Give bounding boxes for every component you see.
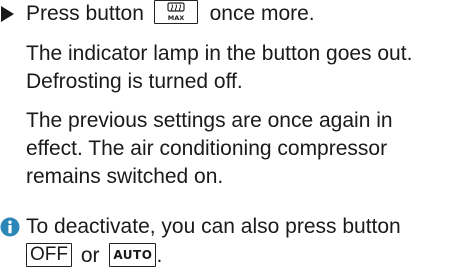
result-2-line-1: The previous settings are once again in bbox=[26, 109, 393, 132]
result-2-line-2: effect. The air conditioning compressor bbox=[26, 137, 388, 160]
auto-button: AUTO bbox=[109, 243, 157, 268]
rear-defrost-icon: MAX bbox=[167, 2, 185, 22]
off-button: OFF bbox=[26, 243, 72, 268]
result-2-line-3: remains switched on. bbox=[26, 165, 224, 188]
note-end: . bbox=[156, 244, 163, 267]
manual-page: Press button MAX once more. The indicato… bbox=[0, 0, 458, 272]
note-line-2: OFF or AUTO. bbox=[26, 243, 162, 269]
result-1-line-1: The indicator lamp in the button goes ou… bbox=[26, 42, 413, 65]
step-text-before: Press button bbox=[26, 2, 144, 25]
result-1-line-2: Defrosting is turned off. bbox=[26, 70, 243, 93]
note-text: To deactivate, you can also press button bbox=[26, 215, 401, 238]
defrost-key-label: MAX bbox=[167, 14, 184, 22]
note-line-1: To deactivate, you can also press button bbox=[0, 214, 401, 240]
step-line: Press button MAX once more. bbox=[0, 0, 315, 27]
defrost-max-button: MAX bbox=[153, 0, 198, 25]
info-icon bbox=[0, 217, 20, 237]
triangle-bullet-icon bbox=[1, 6, 14, 22]
step-text-after: once more. bbox=[209, 2, 315, 25]
note-or-text: or bbox=[80, 244, 100, 267]
